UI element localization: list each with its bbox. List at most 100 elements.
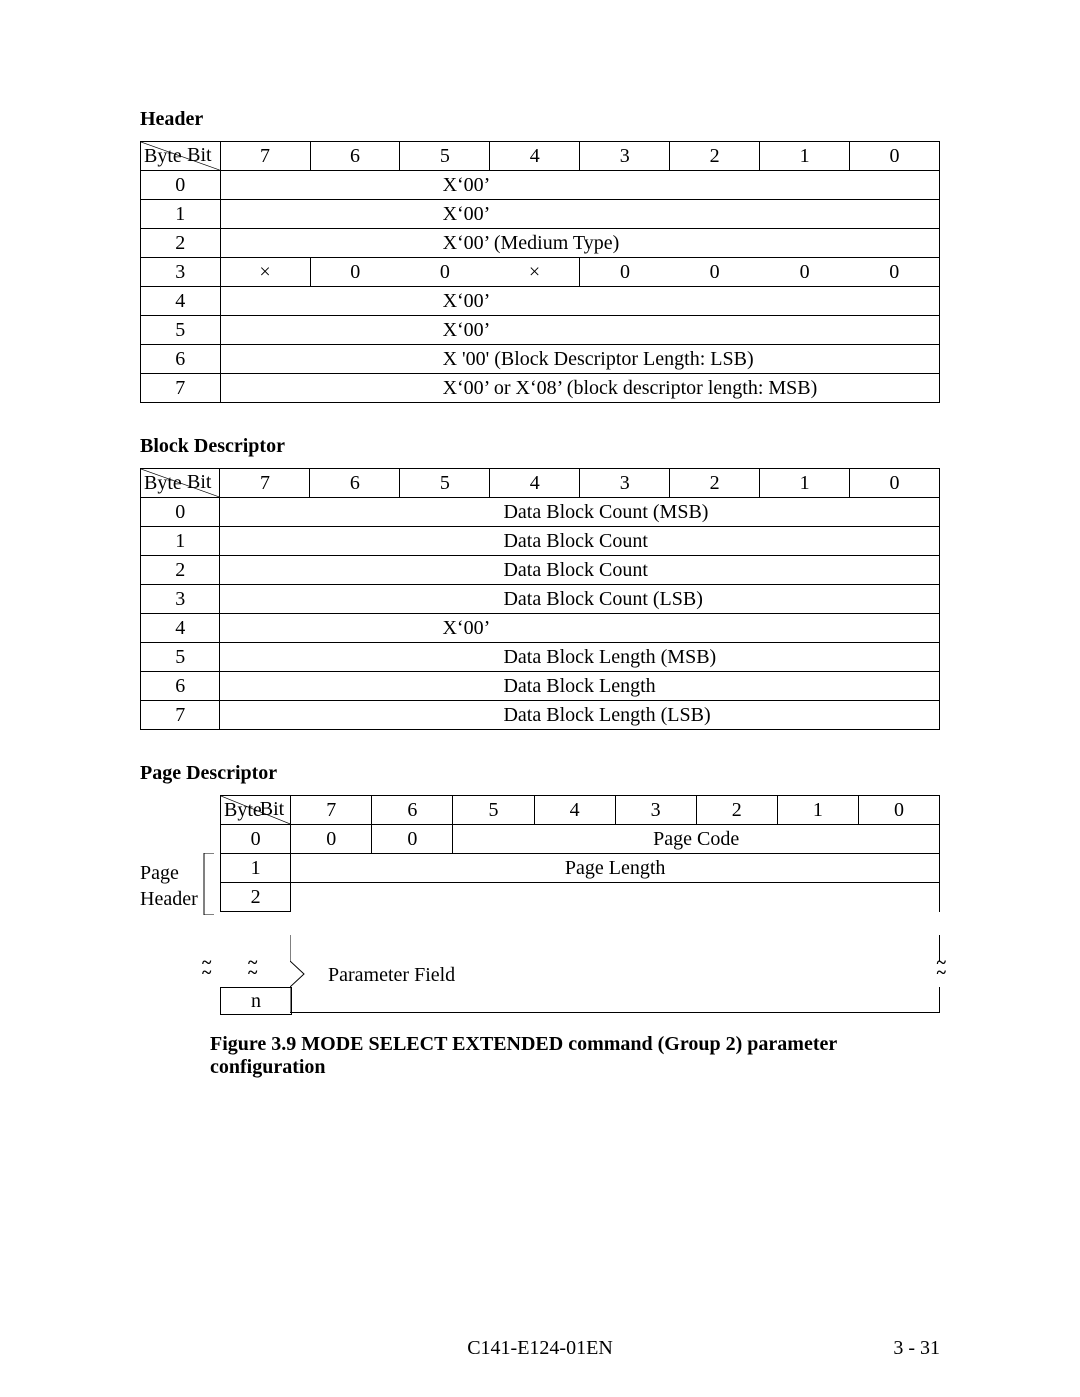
bit-col: 7 [291, 796, 372, 825]
row-text: Data Block Length (MSB) [220, 643, 940, 672]
bit-col: 6 [310, 469, 400, 498]
bit-col: 4 [490, 142, 580, 171]
row-text: Data Block Count (LSB) [220, 585, 940, 614]
table-row: 2 [221, 883, 940, 912]
row-text: X‘00’ [220, 171, 939, 200]
bit-col: 0 [858, 796, 939, 825]
bit-label: Bit [187, 471, 211, 494]
byte-cell: 2 [141, 229, 221, 258]
byte-label: Byte [144, 472, 182, 495]
bit-col: 1 [760, 142, 850, 171]
byte-cell: 5 [141, 643, 220, 672]
table-row: 3 × 0 0 × 0 0 0 0 [141, 258, 940, 287]
table-row: 3Data Block Count (LSB) [141, 585, 940, 614]
table-row: 2 X‘00’ (Medium Type) [141, 229, 940, 258]
table-row: 0 X‘00’ [141, 171, 940, 200]
byte-cell: 1 [141, 200, 221, 229]
bit-col: 5 [400, 469, 490, 498]
bit-cell: 0 [291, 825, 372, 854]
bit-col: 2 [670, 142, 760, 171]
bit-byte-corner: Bit Byte [221, 796, 291, 825]
row-text: X‘00’ [220, 200, 939, 229]
bit-col: 5 [400, 142, 490, 171]
bit-byte-corner: Bit Byte [141, 142, 221, 171]
table-row: 0Data Block Count (MSB) [141, 498, 940, 527]
table-row: 4 X‘00’ [141, 287, 940, 316]
figure-caption: Figure 3.9 MODE SELECT EXTENDED command … [140, 1033, 940, 1079]
table-row: 0 0 0 Page Code [221, 825, 940, 854]
block-table: Bit Byte 7 6 5 4 3 2 1 0 0Data Block Cou… [140, 468, 940, 730]
byte-cell: n [220, 987, 292, 1015]
table-row: 1 Page Length [221, 854, 940, 883]
byte-cell: 0 [141, 171, 221, 200]
page-title: Page Descriptor [140, 762, 940, 785]
row-text: X‘00’ [220, 316, 939, 345]
table-row: 7Data Block Length (LSB) [141, 701, 940, 730]
byte-cell: 6 [141, 345, 221, 374]
byte-cell: 6 [141, 672, 220, 701]
row-text: X‘00’ [220, 614, 940, 643]
row-text: Data Block Count [220, 527, 940, 556]
row-text: Page Length [291, 854, 940, 883]
parameter-field-label: Parameter Field [328, 964, 455, 987]
row-text: Data Block Length (LSB) [220, 701, 940, 730]
tilde-icon: ~~ [248, 957, 257, 977]
page-header-l1: Page [140, 862, 179, 884]
bit-col: 1 [777, 796, 858, 825]
bit-col: 4 [490, 469, 580, 498]
byte-cell: 3 [141, 258, 221, 287]
page-table: Bit Byte 7 6 5 4 3 2 1 0 0 0 0 Page Code… [220, 795, 940, 912]
bit-col: 6 [310, 142, 400, 171]
table-row: 7 X‘00’ or X‘08’ (block descriptor lengt… [141, 374, 940, 403]
bit-cell: 0 [310, 258, 400, 287]
bit-cell: × [490, 258, 580, 287]
header-table: Bit Byte 7 6 5 4 3 2 1 0 0 X‘00’ 1 X‘00’… [140, 141, 940, 403]
empty-cell [291, 883, 940, 912]
table-row: 1Data Block Count [141, 527, 940, 556]
table-row: 4X‘00’ [141, 614, 940, 643]
bit-cell: 0 [400, 258, 490, 287]
byte-label: Byte [224, 799, 262, 822]
bit-cell: 0 [670, 258, 760, 287]
byte-cell: 1 [221, 854, 291, 883]
bit-cell: 0 [850, 258, 940, 287]
footer-page-number: 3 - 31 [893, 1337, 940, 1360]
table-row: 2Data Block Count [141, 556, 940, 585]
byte-cell: 0 [141, 498, 220, 527]
byte-cell: 7 [141, 374, 221, 403]
byte-cell: 2 [141, 556, 220, 585]
row-text: Data Block Count (MSB) [220, 498, 940, 527]
byte-cell: 5 [141, 316, 221, 345]
bit-col: 0 [850, 469, 940, 498]
table-row: 1 X‘00’ [141, 200, 940, 229]
byte-cell: 0 [221, 825, 291, 854]
bit-col: 6 [372, 796, 453, 825]
block-title: Block Descriptor [140, 435, 940, 458]
tilde-icon: ~~ [202, 957, 211, 977]
bit-col: 3 [580, 142, 670, 171]
row-text: Data Block Count [220, 556, 940, 585]
bit-col: 2 [696, 796, 777, 825]
bit-label: Bit [260, 798, 284, 821]
row-text: X '00' (Block Descriptor Length: LSB) [220, 345, 939, 374]
bit-col: 3 [580, 469, 670, 498]
bit-col: 3 [615, 796, 696, 825]
table-row: 6 X '00' (Block Descriptor Length: LSB) [141, 345, 940, 374]
row-text: X‘00’ (Medium Type) [220, 229, 939, 258]
byte-cell: 2 [221, 883, 291, 912]
bracket-icon [202, 853, 216, 915]
row-text: Data Block Length [220, 672, 940, 701]
header-title: Header [140, 108, 940, 131]
row-text: X‘00’ [220, 287, 939, 316]
bit-col: 0 [850, 142, 940, 171]
bit-cell: 0 [760, 258, 850, 287]
byte-cell: 4 [141, 614, 220, 643]
byte-cell: 4 [141, 287, 221, 316]
parameter-field-block: ~~ ~~ n Parameter Field ~~ [220, 935, 940, 1013]
byte-cell: 3 [141, 585, 220, 614]
bit-cell: × [220, 258, 310, 287]
row-text: Page Code [453, 825, 940, 854]
page-header-label: Page Header [140, 860, 200, 912]
bit-cell: 0 [580, 258, 670, 287]
bit-label: Bit [187, 144, 211, 167]
